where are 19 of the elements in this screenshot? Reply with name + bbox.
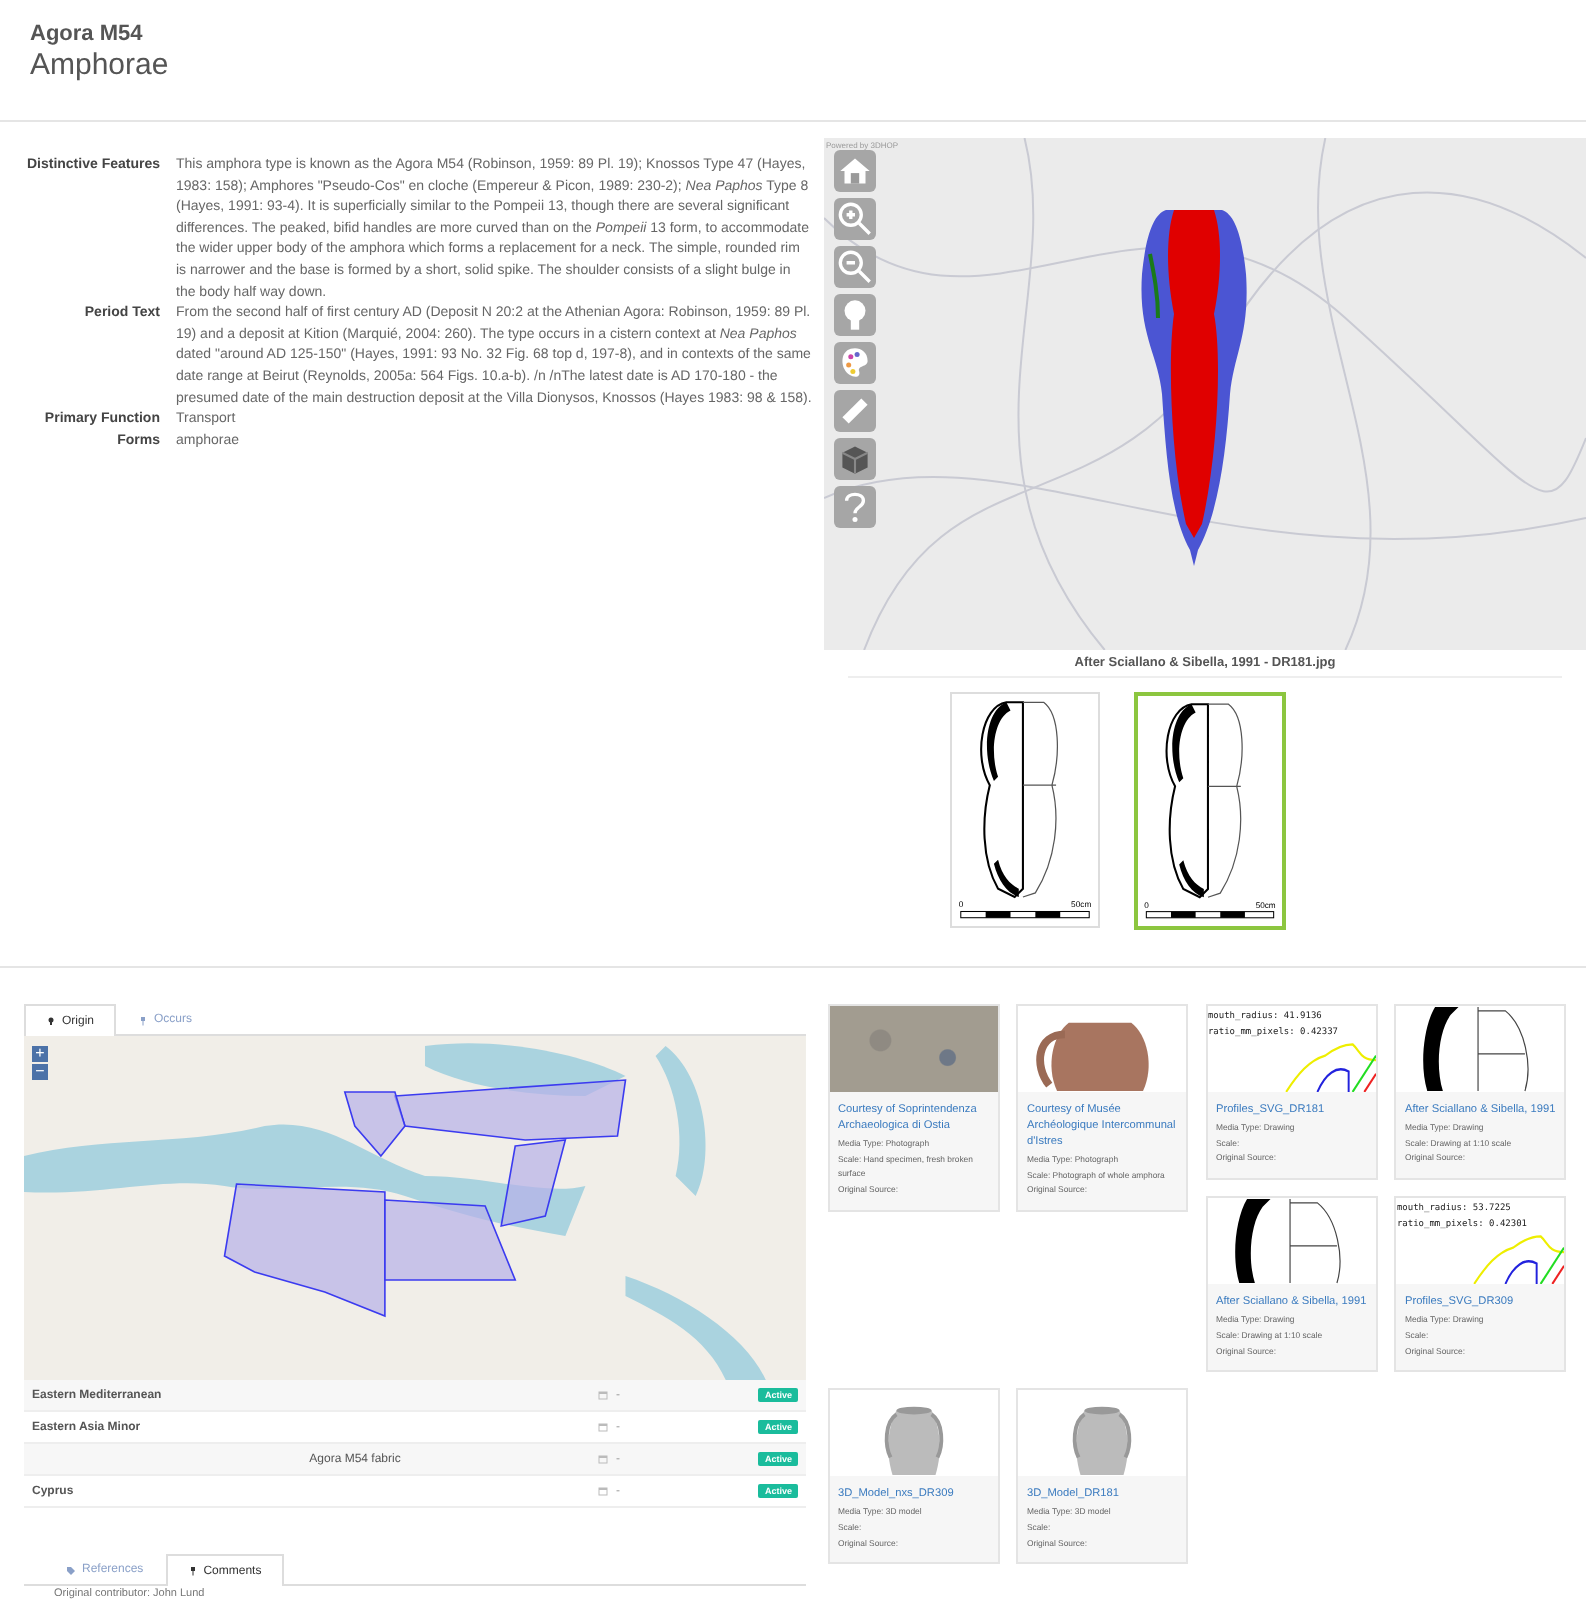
scale-bar	[960, 911, 1090, 919]
map-view[interactable]: + −	[24, 1036, 806, 1380]
zoom-out-icon[interactable]	[834, 246, 876, 288]
record-title: Agora M54	[30, 20, 145, 48]
calendar-icon	[598, 1422, 608, 1432]
calendar-icon	[598, 1390, 608, 1400]
pin-icon	[187, 1566, 198, 1576]
zoom-in-icon[interactable]	[834, 198, 876, 240]
scale-bar	[1145, 911, 1275, 919]
colored-curves-drawing	[1474, 1235, 1565, 1285]
colored-curves-drawing	[1285, 1043, 1376, 1092]
calendar-icon	[598, 1486, 608, 1496]
bulb-icon	[46, 1016, 56, 1026]
tag-icon	[66, 1565, 76, 1575]
record-subtitle: Amphorae	[30, 48, 171, 82]
pin-icon	[138, 1015, 149, 1025]
map-zoom-in-button[interactable]: +	[32, 1046, 48, 1062]
calendar-icon	[598, 1454, 608, 1464]
map-zoom-out-button[interactable]: −	[32, 1064, 48, 1080]
